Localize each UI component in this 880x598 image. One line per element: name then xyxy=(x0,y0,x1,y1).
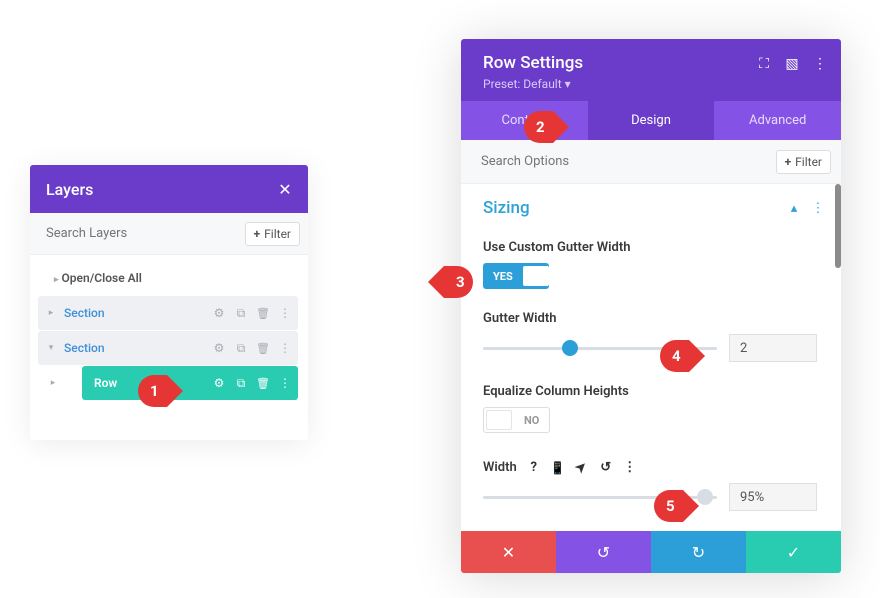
layers-header: Layers xyxy=(30,165,308,213)
gutter-width-label: Gutter Width xyxy=(483,311,839,326)
close-icon[interactable] xyxy=(278,182,292,196)
duplicate-icon[interactable] xyxy=(234,376,248,390)
layers-search-input[interactable] xyxy=(44,225,245,242)
cancel-button[interactable] xyxy=(461,531,556,573)
undo-button[interactable] xyxy=(556,531,651,573)
close-icon xyxy=(502,543,515,562)
slider-thumb[interactable] xyxy=(562,340,578,356)
sizing-section-header[interactable]: Sizing xyxy=(483,198,839,218)
width-value[interactable]: 95% xyxy=(729,483,817,511)
caret-icon: ▸ xyxy=(54,275,59,285)
layer-actions xyxy=(212,341,292,355)
annotation-1: 1 xyxy=(138,375,167,407)
scrollbar-thumb[interactable] xyxy=(835,184,841,268)
expand-icon[interactable] xyxy=(757,57,771,71)
more-icon[interactable] xyxy=(278,341,292,355)
tab-advanced[interactable]: Advanced xyxy=(714,101,841,140)
check-icon xyxy=(787,543,800,562)
duplicate-icon[interactable] xyxy=(234,306,248,320)
more-icon[interactable] xyxy=(811,201,825,215)
annotation-2: 2 xyxy=(524,111,553,143)
width-icons xyxy=(527,461,637,475)
toggle-knob xyxy=(486,410,512,430)
plus-icon xyxy=(785,155,792,169)
more-icon[interactable] xyxy=(278,376,292,390)
settings-header: Row Settings Preset: Default xyxy=(461,39,841,101)
layers-filter-button[interactable]: Filter xyxy=(245,222,300,246)
trash-icon[interactable] xyxy=(256,306,270,320)
more-icon[interactable] xyxy=(278,306,292,320)
settings-body: Sizing Use Custom Gutter Width YES Gutte… xyxy=(461,184,841,511)
more-icon[interactable] xyxy=(813,57,827,71)
trash-icon[interactable] xyxy=(256,341,270,355)
annotation-3: 3 xyxy=(444,266,473,298)
toggle-text: YES xyxy=(483,270,523,283)
settings-tabs: Content Design Advanced xyxy=(461,101,841,140)
snap-icon[interactable] xyxy=(785,57,799,71)
layer-actions xyxy=(212,306,292,320)
equalize-label: Equalize Column Heights xyxy=(483,384,839,399)
width-label-row: Width xyxy=(483,460,839,475)
gear-icon[interactable] xyxy=(212,306,226,320)
caret-icon: ▾ xyxy=(44,343,58,353)
header-icons xyxy=(757,57,827,71)
plus-icon xyxy=(254,227,261,241)
save-button[interactable] xyxy=(746,531,841,573)
trash-icon[interactable] xyxy=(256,376,270,390)
layer-actions xyxy=(212,376,292,390)
equalize-toggle[interactable]: NO xyxy=(483,407,550,433)
layers-search-bar: Filter xyxy=(30,213,308,255)
layer-section[interactable]: ▾ Section xyxy=(38,331,298,365)
toggle-knob xyxy=(523,266,549,286)
redo-icon xyxy=(692,543,705,562)
annotation-4: 4 xyxy=(660,340,689,372)
hover-icon[interactable] xyxy=(575,461,589,475)
annotation-5: 5 xyxy=(654,490,683,522)
layer-row[interactable]: Row xyxy=(82,366,298,400)
gutter-width-value[interactable]: 2 xyxy=(729,334,817,362)
preset-label[interactable]: Preset: Default xyxy=(483,77,823,91)
settings-search-bar: Filter xyxy=(461,140,841,184)
more-icon[interactable] xyxy=(623,461,637,475)
slider-thumb[interactable] xyxy=(697,489,713,505)
use-custom-gutter-label: Use Custom Gutter Width xyxy=(483,240,839,255)
layer-section[interactable]: ▸ Section xyxy=(38,296,298,330)
filter-label: Filter xyxy=(795,155,822,169)
filter-label: Filter xyxy=(264,227,291,241)
layers-body: ▸ Open/Close All ▸ Section ▾ Section xyxy=(30,255,308,440)
row-settings-panel: Row Settings Preset: Default Content Des… xyxy=(461,39,841,573)
open-close-all[interactable]: ▸ Open/Close All xyxy=(38,265,298,295)
redo-button[interactable] xyxy=(651,531,746,573)
caret-down-icon xyxy=(565,77,571,91)
settings-filter-button[interactable]: Filter xyxy=(776,150,831,174)
caret-icon: ▸ xyxy=(44,308,58,318)
tab-design[interactable]: Design xyxy=(588,101,715,140)
width-label: Width xyxy=(483,460,517,475)
collapse-icon[interactable] xyxy=(787,201,801,215)
caret-icon: ▸ xyxy=(46,378,60,388)
device-icon[interactable] xyxy=(551,461,565,475)
duplicate-icon[interactable] xyxy=(234,341,248,355)
use-custom-gutter-toggle[interactable]: YES xyxy=(483,263,549,289)
layers-title: Layers xyxy=(46,180,93,199)
gear-icon[interactable] xyxy=(212,341,226,355)
undo-icon xyxy=(597,543,610,562)
settings-footer xyxy=(461,531,841,573)
reset-icon[interactable] xyxy=(599,461,613,475)
gear-icon[interactable] xyxy=(212,376,226,390)
help-icon[interactable] xyxy=(527,461,541,475)
settings-search-input[interactable] xyxy=(479,153,776,170)
toggle-text: NO xyxy=(514,414,549,427)
